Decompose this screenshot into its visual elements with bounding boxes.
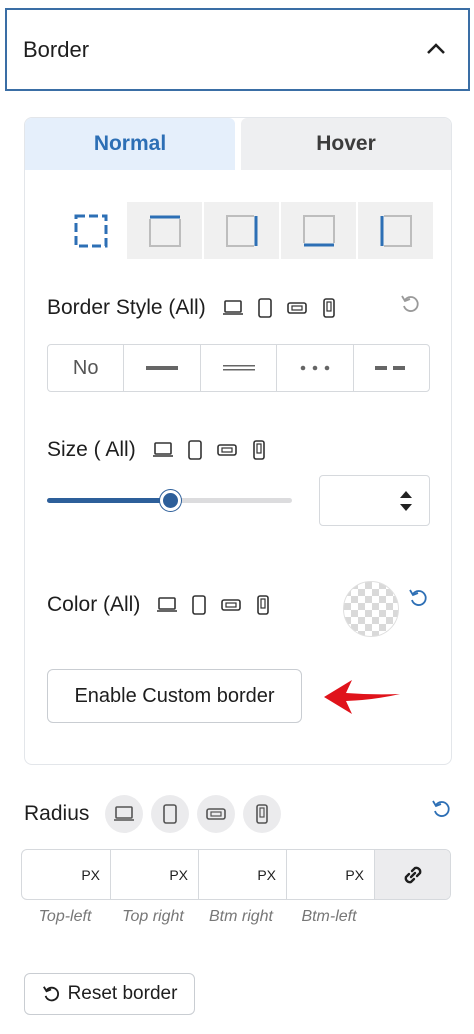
side-right-button[interactable]	[202, 202, 279, 259]
radius-row: Radius	[24, 795, 282, 833]
slider-thumb[interactable]	[159, 490, 181, 511]
border-all-icon	[74, 214, 108, 247]
stepper-icon[interactable]	[397, 488, 415, 514]
bottom-left-caption: Btm-left	[301, 908, 357, 925]
bottom-right-caption: Btm right	[208, 908, 273, 925]
side-left-button[interactable]	[356, 202, 433, 259]
size-row: Size ( All)	[47, 438, 270, 462]
tab-normal[interactable]: Normal	[25, 118, 235, 170]
border-top-icon	[148, 215, 181, 247]
unit-label: PX	[169, 866, 188, 883]
tablet-icon[interactable]	[188, 594, 210, 616]
color-picker-swatch[interactable]	[343, 581, 399, 637]
link-icon	[404, 866, 421, 883]
border-right-icon	[225, 214, 257, 247]
border-style-label: Border Style (All)	[47, 296, 206, 319]
style-dotted-option[interactable]	[276, 345, 352, 391]
tablet-landscape-icon[interactable]	[286, 297, 308, 319]
size-slider[interactable]	[47, 490, 292, 511]
radius-corner-labels: Top-left Top right Btm right Btm-left	[21, 908, 373, 926]
enable-custom-border-button[interactable]: Enable Custom border	[47, 669, 302, 723]
reset-border-label: Reset border	[67, 983, 178, 1004]
style-none-option[interactable]: No	[48, 345, 123, 391]
color-reset-icon[interactable]	[407, 586, 431, 610]
border-side-selector	[57, 202, 433, 259]
side-all-button[interactable]	[57, 202, 125, 259]
dotted-line-icon	[300, 365, 330, 371]
radius-top-left-input[interactable]: PX	[22, 850, 110, 899]
border-bottom-icon	[302, 214, 335, 246]
border-left-icon	[380, 214, 412, 247]
slider-fill	[47, 498, 170, 503]
device-switcher	[152, 439, 270, 461]
radius-reset-icon[interactable]	[430, 797, 454, 821]
top-right-caption: Top right	[122, 908, 184, 925]
device-switcher	[156, 594, 274, 616]
reset-border-button[interactable]: Reset border	[24, 973, 195, 1015]
tablet-icon[interactable]	[151, 795, 190, 833]
laptop-icon[interactable]	[222, 297, 244, 319]
top-left-caption: Top-left	[38, 908, 92, 925]
color-label: Color (All)	[47, 593, 141, 616]
style-dashed-option[interactable]	[352, 345, 429, 391]
radius-label: Radius	[24, 802, 90, 825]
laptop-icon[interactable]	[152, 439, 174, 461]
border-style-reset-icon[interactable]	[399, 292, 423, 316]
panel-title: Border	[23, 36, 90, 62]
laptop-icon[interactable]	[156, 594, 178, 616]
tablet-landscape-icon[interactable]	[197, 795, 236, 833]
device-switcher	[222, 297, 340, 319]
dashed-line-icon	[375, 366, 406, 370]
unit-label: PX	[257, 866, 276, 883]
laptop-icon[interactable]	[105, 795, 144, 833]
side-bottom-button[interactable]	[279, 202, 356, 259]
radius-top-right-input[interactable]: PX	[110, 850, 198, 899]
style-double-option[interactable]	[199, 345, 276, 391]
double-line-icon	[222, 365, 255, 371]
side-top-button[interactable]	[125, 202, 202, 259]
tablet-icon[interactable]	[184, 439, 206, 461]
arrow-left-icon	[324, 680, 400, 714]
radius-bottom-left-input[interactable]: PX	[286, 850, 374, 899]
radius-inputs: PX PX PX PX	[21, 849, 451, 900]
border-panel-header[interactable]: Border	[5, 8, 470, 91]
style-solid-option[interactable]	[123, 345, 199, 391]
device-switcher	[105, 795, 282, 833]
size-label: Size ( All)	[47, 438, 136, 461]
unit-label: PX	[345, 866, 364, 883]
border-style-options: No	[47, 344, 430, 392]
tablet-landscape-icon[interactable]	[220, 594, 242, 616]
link-values-button[interactable]	[374, 850, 450, 899]
state-tabs: Normal Hover	[25, 118, 451, 170]
border-style-row: Border Style (All)	[47, 296, 340, 320]
mobile-icon[interactable]	[248, 439, 270, 461]
radius-bottom-right-input[interactable]: PX	[198, 850, 286, 899]
mobile-icon[interactable]	[318, 297, 340, 319]
mobile-icon[interactable]	[243, 795, 282, 833]
border-settings-card: Normal Hover Border Style (All) No Size …	[24, 117, 452, 765]
tab-hover[interactable]: Hover	[241, 118, 451, 170]
solid-line-icon	[146, 366, 179, 370]
unit-label: PX	[81, 866, 100, 883]
mobile-icon[interactable]	[252, 594, 274, 616]
reset-icon	[42, 986, 59, 1002]
color-row: Color (All)	[47, 593, 274, 617]
tablet-icon[interactable]	[254, 297, 276, 319]
size-number-input[interactable]	[319, 475, 430, 526]
tablet-landscape-icon[interactable]	[216, 439, 238, 461]
chevron-up-icon[interactable]	[426, 39, 446, 60]
